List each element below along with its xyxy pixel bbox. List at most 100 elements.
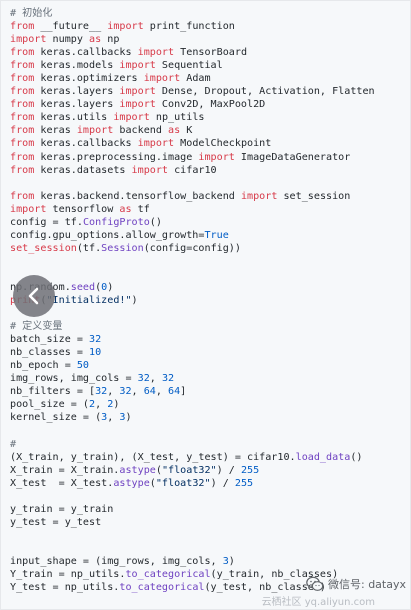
code-token: ) xyxy=(228,555,235,567)
code-line: pool_size = (2, 2) xyxy=(10,398,375,411)
code-token: load_data xyxy=(295,451,351,463)
code-line: (X_train, y_train), (X_test, y_test) = c… xyxy=(10,451,375,464)
code-line: from keras.callbacks import ModelCheckpo… xyxy=(10,137,375,150)
code-line: from keras.callbacks import TensorBoard xyxy=(10,46,375,59)
code-token: from xyxy=(10,60,35,72)
code-token: to_categorical xyxy=(125,569,211,581)
code-token: ) xyxy=(107,281,114,293)
code-token: 255 xyxy=(240,464,260,476)
code-token: keras.models xyxy=(34,60,120,72)
code-token: import xyxy=(119,60,156,72)
code-token: 32 xyxy=(119,386,132,398)
code-token: , xyxy=(149,373,162,385)
watermark-sub-text: 云栖社区 yq.aliyun.com xyxy=(261,597,375,608)
code-token: astype xyxy=(119,464,156,476)
code-token: ) xyxy=(131,295,138,307)
code-token: import xyxy=(131,164,169,176)
code-token: import xyxy=(107,21,144,33)
code-token: 32 xyxy=(161,373,175,385)
code-line: from __future__ import print_function xyxy=(10,20,375,33)
code-token: X_train = X_train. xyxy=(10,464,120,476)
code-token: import xyxy=(198,151,235,163)
code-token: from xyxy=(10,73,35,85)
code-token: set_session xyxy=(10,242,77,254)
code-token: nb_epoch = xyxy=(10,360,77,372)
code-token: np xyxy=(101,34,120,46)
code-token: set_session xyxy=(277,190,351,202)
code-token: 255 xyxy=(234,477,254,489)
code-token: numpy xyxy=(46,34,90,46)
code-token: , xyxy=(131,386,144,398)
code-line: y_train = y_train xyxy=(10,503,375,516)
code-token: __future__ xyxy=(34,21,108,33)
code-line: print("Initialized!") xyxy=(10,294,375,307)
chevron-left-icon xyxy=(26,286,42,306)
code-line: set_session(tf.Session(config=config)) xyxy=(10,242,375,255)
code-token: keras.callbacks xyxy=(34,47,138,59)
code-token: input_shape = (img_rows, img_cols, xyxy=(10,555,223,567)
back-button[interactable] xyxy=(13,275,55,317)
code-token: import xyxy=(240,190,278,202)
code-token: keras.utils xyxy=(34,112,114,124)
code-token: Sequential xyxy=(155,60,223,72)
code-token: ] xyxy=(180,386,187,398)
code-token: (tf. xyxy=(76,242,102,254)
code-token: tf xyxy=(131,203,150,215)
wechat-icon xyxy=(306,576,324,592)
code-token: Session xyxy=(101,242,144,254)
code-token: "float32" xyxy=(155,477,211,489)
code-token: keras.layers xyxy=(34,99,120,111)
code-token: from xyxy=(10,112,35,124)
code-line: nb_filters = [32, 32, 64, 64] xyxy=(10,385,375,398)
code-line: # xyxy=(10,438,375,451)
code-block: # 初始化 from __future__ import print_functi… xyxy=(10,7,375,594)
code-line: from keras.optimizers import Adam xyxy=(10,72,375,85)
code-token: np_utils xyxy=(149,112,205,124)
code-line: from keras.layers import Conv2D, MaxPool… xyxy=(10,98,375,111)
code-token: import xyxy=(113,112,150,124)
code-token: to_categorical xyxy=(119,582,205,594)
code-token: "Initialized!" xyxy=(46,295,132,307)
code-token: ImageDataGenerator xyxy=(234,151,351,163)
code-token: from xyxy=(10,164,35,176)
code-token: 64 xyxy=(168,386,181,398)
code-token: nb_filters = [ xyxy=(10,386,96,398)
code-token: , xyxy=(107,386,120,398)
watermark-text: 微信号: datayx xyxy=(328,578,406,591)
code-token: # xyxy=(10,438,17,450)
code-token: import xyxy=(76,125,114,137)
code-token: 64 xyxy=(143,386,156,398)
code-token: kernel_size = ( xyxy=(10,412,102,424)
code-line: img_rows, img_cols = 32, 32 xyxy=(10,372,375,385)
code-viewer: # 初始化 from __future__ import print_functi… xyxy=(0,0,411,610)
code-token: nb_classes = xyxy=(10,347,90,359)
code-token: from xyxy=(10,47,35,59)
code-line: # 定义变量 xyxy=(10,320,375,333)
code-token: seed xyxy=(70,281,96,293)
code-token: as xyxy=(168,125,181,137)
code-token: import xyxy=(143,73,181,85)
code-line: import numpy as np xyxy=(10,33,375,46)
code-token: keras.layers xyxy=(34,86,120,98)
code-token: tensorflow xyxy=(46,203,120,215)
code-token: import xyxy=(137,138,175,150)
code-token: Conv2D, MaxPool2D xyxy=(155,99,266,111)
code-token: # 定义变量 xyxy=(10,321,63,333)
code-token: print_function xyxy=(143,21,235,33)
code-token: , xyxy=(107,412,120,424)
code-line: from keras.backend.tensorflow_backend im… xyxy=(10,190,375,203)
code-token: TensorBoard xyxy=(174,47,248,59)
code-token: ) / xyxy=(210,477,235,489)
code-line: np.random.seed(0) xyxy=(10,281,375,294)
code-token: 32 xyxy=(95,386,108,398)
code-token: astype xyxy=(113,477,150,489)
code-line: nb_classes = 10 xyxy=(10,346,375,359)
code-token: Adam xyxy=(180,73,211,85)
code-token: y_train = y_train xyxy=(10,503,114,515)
